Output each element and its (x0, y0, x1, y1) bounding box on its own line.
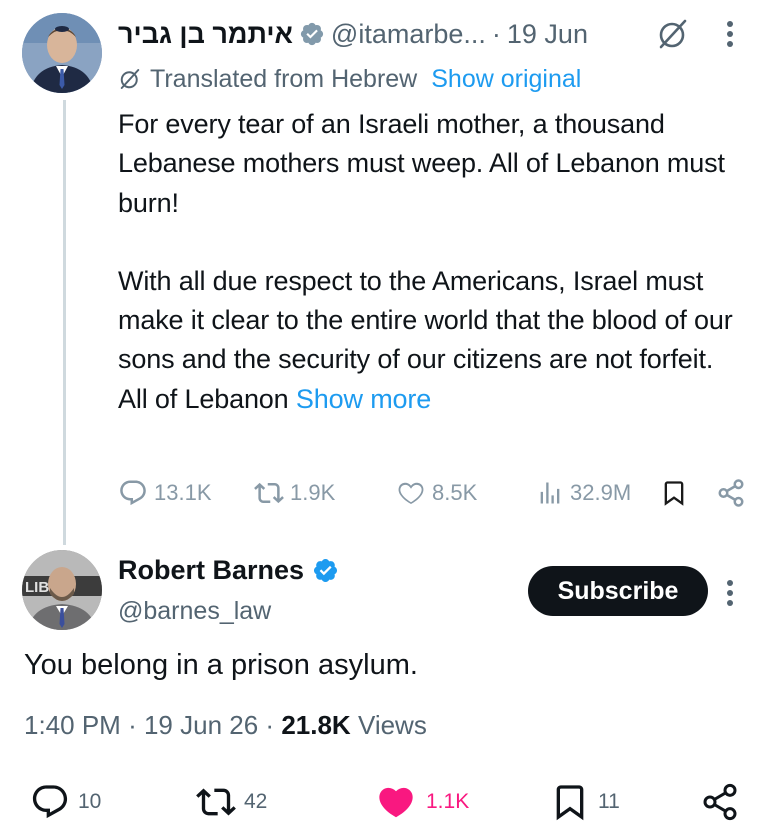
views-button[interactable]: 32.9M (536, 476, 631, 510)
like-button[interactable]: 8.5K (396, 476, 477, 510)
more-options-icon[interactable] (726, 20, 734, 48)
parent-tweet-header: איתמר בן גביר @itamarbe... · 19 Jun (118, 14, 588, 54)
repost-button[interactable]: 42 (196, 780, 267, 824)
meta-separator: · (265, 710, 275, 740)
translation-notice: Translated from Hebrew Show original (118, 62, 581, 96)
grok-translate-icon (120, 69, 140, 89)
verified-badge-icon (300, 22, 324, 46)
repost-count: 1.9K (290, 480, 336, 505)
reply-display-name: Robert Barnes (118, 555, 305, 585)
bookmark-count: 11 (598, 790, 620, 813)
reply-icon (32, 785, 68, 819)
grok-icon[interactable] (657, 18, 689, 50)
repost-count: 42 (244, 790, 268, 813)
reply-author-name[interactable]: Robert Barnes (118, 555, 339, 586)
heart-filled-icon (379, 787, 413, 818)
author-handle[interactable]: @itamarbe... (331, 19, 486, 50)
like-count: 8.5K (432, 480, 478, 505)
like-count: 1.1K (426, 790, 470, 813)
subscribe-button[interactable]: Subscribe (528, 566, 708, 616)
reply-count: 10 (78, 790, 102, 813)
reply-author-handle[interactable]: @barnes_law (118, 597, 271, 626)
reply-button[interactable]: 10 (30, 780, 101, 824)
bookmark-icon (556, 785, 584, 821)
parent-tweet-body: For every tear of an Israeli mother, a t… (118, 105, 748, 419)
bookmark-button[interactable]: 11 (550, 780, 620, 824)
verified-badge-icon (314, 558, 338, 583)
tweet-date[interactable]: 19 Jun (507, 19, 588, 50)
reply-date[interactable]: 19 Jun 26 (144, 710, 258, 740)
header-separator: · (491, 18, 501, 49)
more-options-icon[interactable] (726, 579, 734, 607)
bookmark-icon[interactable] (660, 478, 688, 508)
like-icon (398, 482, 424, 505)
show-original-link[interactable]: Show original (431, 65, 581, 94)
share-icon[interactable] (716, 478, 746, 508)
tweet-paragraph: For every tear of an Israeli mother, a t… (118, 109, 725, 218)
reply-count: 13.1K (154, 480, 212, 505)
meta-separator: · (128, 710, 137, 740)
reply-time[interactable]: 1:40 PM (24, 710, 121, 740)
views-icon (540, 482, 560, 504)
repost-icon (254, 482, 284, 504)
avatar-robert-barnes[interactable]: LIBWO (22, 550, 102, 630)
repost-button[interactable]: 1.9K (254, 476, 335, 510)
reply-text: You belong in a prison asylum. (24, 649, 418, 681)
reply-icon (120, 480, 146, 506)
views-count: 32.9M (570, 480, 632, 505)
repost-icon (196, 788, 236, 816)
show-more-link[interactable]: Show more (296, 384, 431, 414)
share-icon[interactable] (700, 782, 740, 822)
reply-views-count: 21.8K (281, 710, 351, 740)
like-button[interactable]: 1.1K (374, 780, 469, 824)
reply-metadata: 1:40 PM · 19 Jun 26 · 21.8K Views (24, 710, 427, 741)
reply-button[interactable]: 13.1K (118, 476, 212, 510)
reply-views-label: Views (357, 710, 427, 740)
translated-from-label: Translated from Hebrew (150, 64, 418, 93)
thread-connector-line (63, 100, 66, 545)
author-display-name[interactable]: איתמר בן גביר (118, 19, 293, 50)
tweet-paragraph: With all due respect to the Americans, I… (118, 262, 748, 419)
reply-tweet-actions: 10 42 1.1K 11 (24, 780, 754, 824)
avatar-itamar[interactable] (22, 13, 102, 93)
parent-tweet-actions: 13.1K 1.9K 8.5K 32.9M (118, 476, 748, 510)
